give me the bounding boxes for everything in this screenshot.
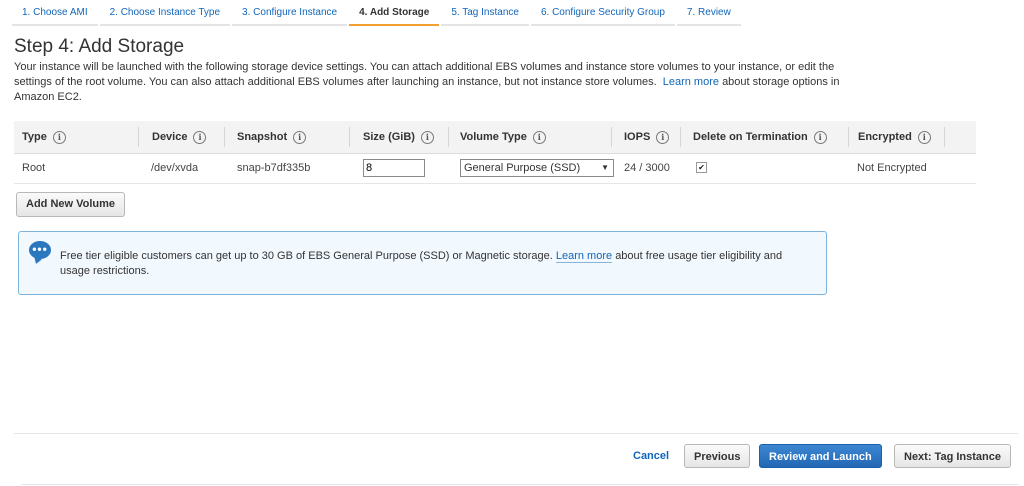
page-title: Step 4: Add Storage — [14, 36, 185, 57]
info-icon[interactable]: i — [813, 130, 827, 144]
info-icon[interactable]: i — [917, 130, 931, 144]
column-divider — [848, 127, 849, 147]
tab-choose-ami[interactable]: 1. Choose AMI — [12, 2, 98, 26]
column-divider — [224, 127, 225, 147]
column-divider — [611, 127, 612, 147]
cancel-button[interactable]: Cancel — [625, 444, 677, 468]
tab-configure-security-group[interactable]: 6. Configure Security Group — [530, 2, 675, 26]
free-tier-info-box: ••• Free tier eligible customers can get… — [18, 231, 827, 295]
tab-review[interactable]: 7. Review — [676, 2, 741, 26]
previous-button[interactable]: Previous — [684, 444, 751, 468]
info-icon[interactable]: i — [420, 130, 434, 144]
header-iops[interactable]: IOPS i — [624, 121, 670, 153]
column-divider — [448, 127, 449, 147]
cell-encrypted: Not Encrypted — [857, 162, 927, 174]
cell-type: Root — [22, 162, 46, 174]
column-divider — [680, 127, 681, 147]
size-input[interactable] — [363, 159, 425, 177]
tab-choose-instance-type[interactable]: 2. Choose Instance Type — [99, 2, 231, 26]
cell-snapshot: snap-b7df335b — [237, 162, 311, 174]
learn-more-link[interactable]: Learn more — [663, 76, 719, 88]
header-size[interactable]: Size (GiB) i — [363, 121, 434, 153]
column-divider — [138, 127, 139, 147]
footer-divider — [14, 433, 1018, 434]
tab-tag-instance[interactable]: 5. Tag Instance — [441, 2, 529, 26]
header-snapshot[interactable]: Snapshot i — [237, 121, 307, 153]
column-divider — [944, 127, 945, 147]
info-icon[interactable]: i — [52, 130, 66, 144]
header-encrypted[interactable]: Encrypted i — [858, 121, 931, 153]
chat-bubble-icon: ••• — [29, 241, 51, 259]
info-icon[interactable]: i — [193, 130, 207, 144]
volume-type-value: General Purpose (SSD) — [464, 162, 581, 174]
info-learn-more-link[interactable]: Learn more — [555, 250, 613, 263]
footer-divider-bottom — [22, 484, 1018, 485]
header-delete-on-termination[interactable]: Delete on Termination i — [693, 121, 827, 153]
info-icon[interactable]: i — [293, 130, 307, 144]
wizard-tabs: 1. Choose AMI 2. Choose Instance Type 3.… — [12, 2, 743, 26]
tab-configure-instance[interactable]: 3. Configure Instance — [232, 2, 348, 26]
column-divider — [349, 127, 350, 147]
add-new-volume-button[interactable]: Add New Volume — [16, 192, 126, 217]
checkmark-icon: ✔ — [698, 163, 705, 172]
page-description: Your instance will be launched with the … — [14, 60, 844, 105]
cell-device: /dev/xvda — [151, 162, 199, 174]
review-and-launch-button[interactable]: Review and Launch — [759, 444, 882, 468]
info-icon[interactable]: i — [656, 130, 670, 144]
volume-type-select[interactable]: General Purpose (SSD) ▼ — [460, 159, 614, 177]
storage-table: Type i Device i Snapshot i Size (GiB) i Volu… — [14, 121, 976, 184]
header-type[interactable]: Type i — [22, 121, 66, 153]
header-volume-type[interactable]: Volume Type i — [460, 121, 546, 153]
tab-add-storage[interactable]: 4. Add Storage — [349, 2, 440, 26]
table-row: Root /dev/xvda snap-b7df335b General Pur… — [14, 154, 976, 184]
cell-iops: 24 / 3000 — [624, 162, 670, 174]
header-device[interactable]: Device i — [152, 121, 207, 153]
table-header: Type i Device i Snapshot i Size (GiB) i Volu… — [14, 121, 976, 154]
dropdown-arrow-icon: ▼ — [601, 163, 609, 172]
info-box-text: Free tier eligible customers can get up … — [60, 250, 783, 277]
next-tag-instance-button[interactable]: Next: Tag Instance — [894, 444, 1011, 468]
info-icon[interactable]: i — [532, 130, 546, 144]
delete-on-termination-checkbox[interactable]: ✔ — [696, 162, 707, 173]
